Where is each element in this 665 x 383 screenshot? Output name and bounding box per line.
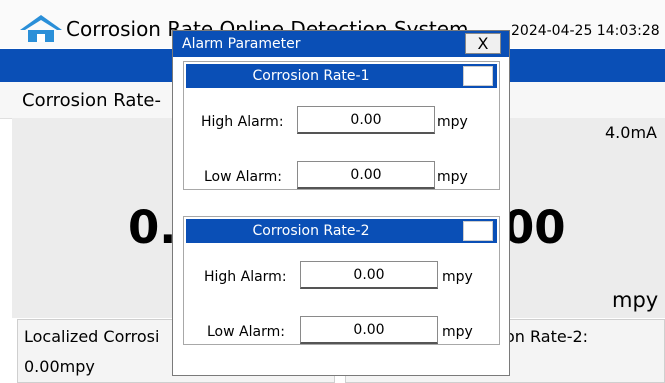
low-alarm-label: Low Alarm: — [204, 169, 282, 185]
low-alarm-unit: mpy — [437, 169, 468, 185]
datetime-display: 2024-04-25 14:03:28 — [511, 23, 660, 39]
high-alarm-label: High Alarm: — [201, 114, 284, 130]
high-alarm-unit: mpy — [442, 269, 473, 285]
low-alarm-input[interactable]: 0.00 — [300, 316, 438, 344]
localized-rate-1-label: Localized Corrosi — [24, 327, 160, 346]
corrosion-rate-1-label: Corrosion Rate- — [22, 90, 161, 111]
enable-toggle[interactable] — [463, 221, 493, 241]
home-icon[interactable] — [18, 13, 64, 43]
localized-rate-2-label: on Rate-2: — [505, 327, 589, 346]
corrosion-rate-1-group: Corrosion Rate-1 High Alarm: 0.00 mpy Lo… — [183, 61, 500, 190]
low-alarm-input[interactable]: 0.00 — [297, 161, 435, 189]
group-header: Corrosion Rate-2 — [186, 219, 497, 243]
rate-2-value: 00 — [503, 201, 566, 254]
high-alarm-input[interactable]: 0.00 — [300, 261, 438, 289]
high-alarm-label: High Alarm: — [204, 269, 287, 285]
dialog-titlebar: Alarm Parameter X — [173, 31, 509, 57]
low-alarm-unit: mpy — [442, 324, 473, 340]
group-title: Corrosion Rate-2 — [252, 223, 370, 239]
group-header: Corrosion Rate-1 — [186, 64, 497, 88]
low-alarm-label: Low Alarm: — [207, 324, 285, 340]
high-alarm-input[interactable]: 0.00 — [297, 106, 435, 134]
rate-2-unit: mpy — [612, 288, 659, 312]
current-reading: 4.0mA — [605, 123, 657, 142]
alarm-parameter-dialog: Alarm Parameter X Corrosion Rate-1 High … — [172, 30, 510, 376]
localized-rate-1-value: 0.00mpy — [24, 357, 95, 376]
close-button[interactable]: X — [465, 33, 501, 54]
high-alarm-unit: mpy — [437, 114, 468, 130]
group-title: Corrosion Rate-1 — [252, 68, 370, 84]
corrosion-rate-2-group: Corrosion Rate-2 High Alarm: 0.00 mpy Lo… — [183, 216, 500, 345]
rate-1-value: 0. — [128, 201, 177, 254]
enable-toggle[interactable] — [463, 66, 493, 86]
dialog-title: Alarm Parameter — [182, 36, 301, 52]
